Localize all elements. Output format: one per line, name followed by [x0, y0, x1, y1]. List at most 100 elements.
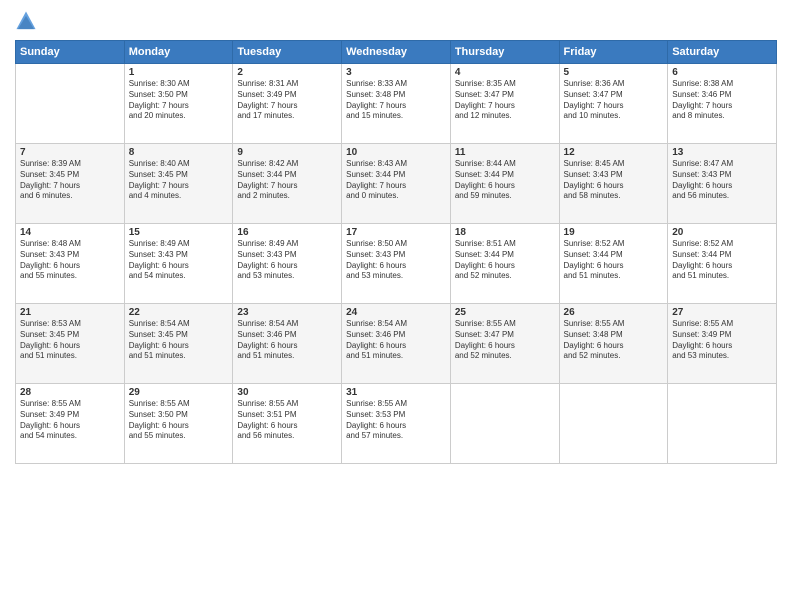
day-number: 3: [346, 67, 446, 78]
day-cell: [559, 384, 668, 464]
week-row-5: 28Sunrise: 8:55 AM Sunset: 3:49 PM Dayli…: [16, 384, 777, 464]
day-cell: 21Sunrise: 8:53 AM Sunset: 3:45 PM Dayli…: [16, 304, 125, 384]
day-info: Sunrise: 8:55 AM Sunset: 3:48 PM Dayligh…: [564, 319, 664, 362]
logo: [15, 10, 40, 32]
day-info: Sunrise: 8:40 AM Sunset: 3:45 PM Dayligh…: [129, 159, 229, 202]
header-row: SundayMondayTuesdayWednesdayThursdayFrid…: [16, 41, 777, 64]
col-header-thursday: Thursday: [450, 41, 559, 64]
col-header-friday: Friday: [559, 41, 668, 64]
day-cell: 5Sunrise: 8:36 AM Sunset: 3:47 PM Daylig…: [559, 64, 668, 144]
col-header-wednesday: Wednesday: [342, 41, 451, 64]
day-cell: [450, 384, 559, 464]
day-cell: 28Sunrise: 8:55 AM Sunset: 3:49 PM Dayli…: [16, 384, 125, 464]
day-number: 6: [672, 67, 772, 78]
calendar-table: SundayMondayTuesdayWednesdayThursdayFrid…: [15, 40, 777, 464]
day-cell: 2Sunrise: 8:31 AM Sunset: 3:49 PM Daylig…: [233, 64, 342, 144]
day-cell: 11Sunrise: 8:44 AM Sunset: 3:44 PM Dayli…: [450, 144, 559, 224]
day-info: Sunrise: 8:54 AM Sunset: 3:46 PM Dayligh…: [237, 319, 337, 362]
day-info: Sunrise: 8:49 AM Sunset: 3:43 PM Dayligh…: [129, 239, 229, 282]
day-number: 9: [237, 147, 337, 158]
day-number: 18: [455, 227, 555, 238]
day-info: Sunrise: 8:49 AM Sunset: 3:43 PM Dayligh…: [237, 239, 337, 282]
col-header-monday: Monday: [124, 41, 233, 64]
page: SundayMondayTuesdayWednesdayThursdayFrid…: [0, 0, 792, 612]
week-row-1: 1Sunrise: 8:30 AM Sunset: 3:50 PM Daylig…: [16, 64, 777, 144]
day-cell: 13Sunrise: 8:47 AM Sunset: 3:43 PM Dayli…: [668, 144, 777, 224]
day-number: 23: [237, 307, 337, 318]
day-cell: 31Sunrise: 8:55 AM Sunset: 3:53 PM Dayli…: [342, 384, 451, 464]
day-info: Sunrise: 8:42 AM Sunset: 3:44 PM Dayligh…: [237, 159, 337, 202]
day-cell: [668, 384, 777, 464]
day-number: 5: [564, 67, 664, 78]
day-cell: 27Sunrise: 8:55 AM Sunset: 3:49 PM Dayli…: [668, 304, 777, 384]
day-info: Sunrise: 8:44 AM Sunset: 3:44 PM Dayligh…: [455, 159, 555, 202]
day-info: Sunrise: 8:55 AM Sunset: 3:53 PM Dayligh…: [346, 399, 446, 442]
day-number: 29: [129, 387, 229, 398]
day-info: Sunrise: 8:45 AM Sunset: 3:43 PM Dayligh…: [564, 159, 664, 202]
day-cell: 6Sunrise: 8:38 AM Sunset: 3:46 PM Daylig…: [668, 64, 777, 144]
day-info: Sunrise: 8:33 AM Sunset: 3:48 PM Dayligh…: [346, 79, 446, 122]
day-info: Sunrise: 8:31 AM Sunset: 3:49 PM Dayligh…: [237, 79, 337, 122]
day-info: Sunrise: 8:54 AM Sunset: 3:45 PM Dayligh…: [129, 319, 229, 362]
day-info: Sunrise: 8:53 AM Sunset: 3:45 PM Dayligh…: [20, 319, 120, 362]
day-cell: 8Sunrise: 8:40 AM Sunset: 3:45 PM Daylig…: [124, 144, 233, 224]
day-number: 1: [129, 67, 229, 78]
day-cell: 1Sunrise: 8:30 AM Sunset: 3:50 PM Daylig…: [124, 64, 233, 144]
day-cell: 7Sunrise: 8:39 AM Sunset: 3:45 PM Daylig…: [16, 144, 125, 224]
day-info: Sunrise: 8:43 AM Sunset: 3:44 PM Dayligh…: [346, 159, 446, 202]
day-cell: 16Sunrise: 8:49 AM Sunset: 3:43 PM Dayli…: [233, 224, 342, 304]
week-row-3: 14Sunrise: 8:48 AM Sunset: 3:43 PM Dayli…: [16, 224, 777, 304]
week-row-2: 7Sunrise: 8:39 AM Sunset: 3:45 PM Daylig…: [16, 144, 777, 224]
day-number: 20: [672, 227, 772, 238]
day-number: 12: [564, 147, 664, 158]
day-number: 24: [346, 307, 446, 318]
day-number: 7: [20, 147, 120, 158]
day-number: 13: [672, 147, 772, 158]
day-info: Sunrise: 8:30 AM Sunset: 3:50 PM Dayligh…: [129, 79, 229, 122]
day-info: Sunrise: 8:55 AM Sunset: 3:50 PM Dayligh…: [129, 399, 229, 442]
day-cell: [16, 64, 125, 144]
day-number: 21: [20, 307, 120, 318]
day-number: 8: [129, 147, 229, 158]
day-number: 31: [346, 387, 446, 398]
day-cell: 17Sunrise: 8:50 AM Sunset: 3:43 PM Dayli…: [342, 224, 451, 304]
day-info: Sunrise: 8:48 AM Sunset: 3:43 PM Dayligh…: [20, 239, 120, 282]
week-row-4: 21Sunrise: 8:53 AM Sunset: 3:45 PM Dayli…: [16, 304, 777, 384]
day-cell: 23Sunrise: 8:54 AM Sunset: 3:46 PM Dayli…: [233, 304, 342, 384]
day-info: Sunrise: 8:38 AM Sunset: 3:46 PM Dayligh…: [672, 79, 772, 122]
day-number: 16: [237, 227, 337, 238]
day-number: 15: [129, 227, 229, 238]
col-header-sunday: Sunday: [16, 41, 125, 64]
day-cell: 15Sunrise: 8:49 AM Sunset: 3:43 PM Dayli…: [124, 224, 233, 304]
day-cell: 26Sunrise: 8:55 AM Sunset: 3:48 PM Dayli…: [559, 304, 668, 384]
day-number: 4: [455, 67, 555, 78]
day-info: Sunrise: 8:39 AM Sunset: 3:45 PM Dayligh…: [20, 159, 120, 202]
day-number: 28: [20, 387, 120, 398]
day-info: Sunrise: 8:47 AM Sunset: 3:43 PM Dayligh…: [672, 159, 772, 202]
day-info: Sunrise: 8:52 AM Sunset: 3:44 PM Dayligh…: [672, 239, 772, 282]
day-info: Sunrise: 8:36 AM Sunset: 3:47 PM Dayligh…: [564, 79, 664, 122]
day-cell: 24Sunrise: 8:54 AM Sunset: 3:46 PM Dayli…: [342, 304, 451, 384]
logo-icon: [15, 10, 37, 32]
day-cell: 22Sunrise: 8:54 AM Sunset: 3:45 PM Dayli…: [124, 304, 233, 384]
day-cell: 25Sunrise: 8:55 AM Sunset: 3:47 PM Dayli…: [450, 304, 559, 384]
day-info: Sunrise: 8:55 AM Sunset: 3:51 PM Dayligh…: [237, 399, 337, 442]
day-number: 2: [237, 67, 337, 78]
day-number: 26: [564, 307, 664, 318]
day-info: Sunrise: 8:35 AM Sunset: 3:47 PM Dayligh…: [455, 79, 555, 122]
col-header-tuesday: Tuesday: [233, 41, 342, 64]
day-cell: 10Sunrise: 8:43 AM Sunset: 3:44 PM Dayli…: [342, 144, 451, 224]
day-number: 10: [346, 147, 446, 158]
day-number: 14: [20, 227, 120, 238]
day-cell: 20Sunrise: 8:52 AM Sunset: 3:44 PM Dayli…: [668, 224, 777, 304]
day-number: 25: [455, 307, 555, 318]
day-cell: 19Sunrise: 8:52 AM Sunset: 3:44 PM Dayli…: [559, 224, 668, 304]
day-number: 17: [346, 227, 446, 238]
day-info: Sunrise: 8:54 AM Sunset: 3:46 PM Dayligh…: [346, 319, 446, 362]
day-cell: 30Sunrise: 8:55 AM Sunset: 3:51 PM Dayli…: [233, 384, 342, 464]
day-number: 19: [564, 227, 664, 238]
day-info: Sunrise: 8:52 AM Sunset: 3:44 PM Dayligh…: [564, 239, 664, 282]
day-info: Sunrise: 8:55 AM Sunset: 3:47 PM Dayligh…: [455, 319, 555, 362]
day-cell: 4Sunrise: 8:35 AM Sunset: 3:47 PM Daylig…: [450, 64, 559, 144]
day-info: Sunrise: 8:51 AM Sunset: 3:44 PM Dayligh…: [455, 239, 555, 282]
